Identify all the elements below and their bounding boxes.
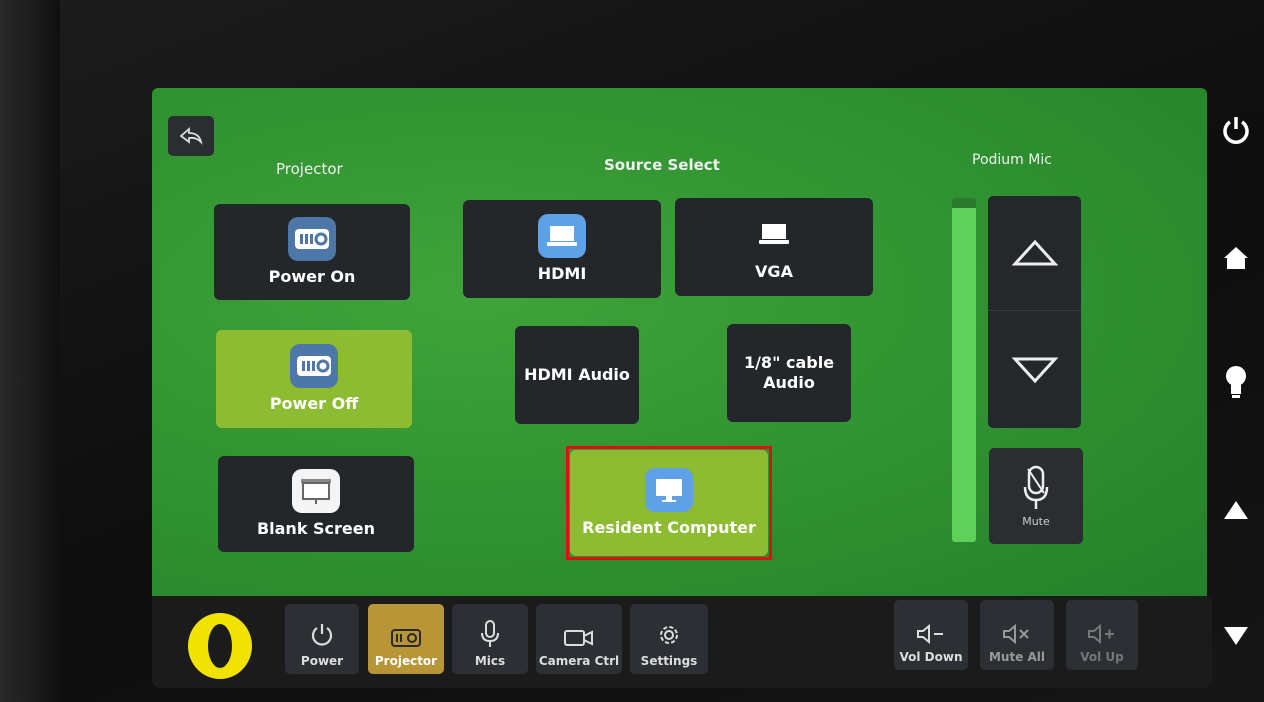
- podium-level-fill: [952, 208, 976, 542]
- bezel-edge: [0, 0, 60, 702]
- power-off-button[interactable]: Power Off: [216, 330, 412, 428]
- selection-highlight: [566, 446, 772, 560]
- podium-volume-stepper: [988, 196, 1081, 428]
- vol-down-label: Vol Down: [899, 650, 963, 664]
- hdmi-label: HDMI: [537, 264, 587, 283]
- nav-power-label: Power: [300, 654, 344, 668]
- arrow-down-icon: [1011, 357, 1058, 384]
- power-off-label: Power Off: [269, 394, 359, 413]
- podium-volume-up-button[interactable]: [988, 196, 1081, 311]
- podium-mic-label: Podium Mic: [972, 152, 1052, 168]
- camera-icon: [564, 630, 593, 646]
- blank-screen-label: Blank Screen: [256, 519, 376, 538]
- university-logo: [178, 610, 262, 682]
- vga-source-button[interactable]: VGA: [675, 198, 873, 296]
- nav-camera-label: Camera Ctrl: [538, 654, 620, 668]
- arrow-up-icon: [1011, 239, 1058, 266]
- power-on-button[interactable]: Power On: [214, 204, 410, 300]
- back-icon: [179, 127, 203, 145]
- blank-screen-button[interactable]: Blank Screen: [218, 456, 414, 552]
- laptop-icon: [538, 214, 586, 258]
- nav-projector-label: Projector: [374, 654, 438, 668]
- lightbulb-icon: [1226, 366, 1246, 398]
- laptop-icon: [750, 212, 798, 256]
- hardware-home-button[interactable]: [1218, 240, 1254, 276]
- hdmi-audio-label: HDMI Audio: [524, 365, 630, 384]
- gear-icon: [660, 626, 678, 644]
- podium-mute-button[interactable]: Mute: [989, 448, 1083, 544]
- nav-mics-label: Mics: [474, 654, 506, 668]
- triangle-up-icon: [1224, 501, 1248, 519]
- cable-audio-button[interactable]: 1/8" cable Audio: [727, 324, 851, 422]
- mute-label: Mute: [1022, 514, 1050, 528]
- vol-up-label: Vol Up: [1080, 650, 1124, 664]
- microphone-icon: [1023, 465, 1049, 509]
- nav-settings-button[interactable]: Settings: [630, 604, 708, 674]
- hardware-up-button[interactable]: [1218, 492, 1254, 528]
- vol-up-button[interactable]: Vol Up: [1066, 600, 1138, 670]
- microphone-icon: [481, 620, 499, 647]
- hardware-light-button[interactable]: [1218, 364, 1254, 400]
- hdmi-source-button[interactable]: HDMI: [463, 200, 661, 298]
- home-icon: [1224, 247, 1248, 269]
- projector-icon: [290, 344, 338, 388]
- power-icon: [311, 624, 333, 646]
- vol-down-button[interactable]: Vol Down: [894, 600, 968, 670]
- hardware-down-button[interactable]: [1218, 618, 1254, 654]
- hardware-power-button[interactable]: [1218, 112, 1254, 148]
- vga-label: VGA: [755, 262, 793, 281]
- speaker-mute-icon: [1003, 624, 1029, 644]
- back-button[interactable]: [168, 116, 214, 156]
- speaker-minus-icon: [917, 624, 943, 644]
- projector-icon: [391, 629, 421, 647]
- speaker-plus-icon: [1088, 624, 1114, 644]
- mute-all-label: Mute All: [988, 650, 1046, 664]
- nav-projector-button[interactable]: Projector: [368, 604, 444, 674]
- triangle-down-icon: [1224, 627, 1248, 645]
- source-select-label: Source Select: [604, 156, 720, 174]
- hdmi-audio-button[interactable]: HDMI Audio: [515, 326, 639, 424]
- mute-all-button[interactable]: Mute All: [980, 600, 1054, 670]
- power-icon: [1223, 117, 1249, 144]
- projector-icon: [288, 217, 336, 261]
- podium-volume-down-button[interactable]: [988, 312, 1081, 428]
- projector-section-label: Projector: [276, 160, 343, 178]
- podium-level-meter: [952, 198, 976, 542]
- nav-mics-button[interactable]: Mics: [452, 604, 528, 674]
- nav-settings-label: Settings: [640, 654, 698, 668]
- power-on-label: Power On: [268, 267, 356, 286]
- cable-audio-label-line2: Audio: [763, 373, 815, 392]
- nav-camera-button[interactable]: Camera Ctrl: [536, 604, 622, 674]
- cable-audio-label-line1: 1/8" cable: [743, 353, 835, 372]
- screen-icon: [292, 469, 340, 513]
- nav-power-button[interactable]: Power: [285, 604, 359, 674]
